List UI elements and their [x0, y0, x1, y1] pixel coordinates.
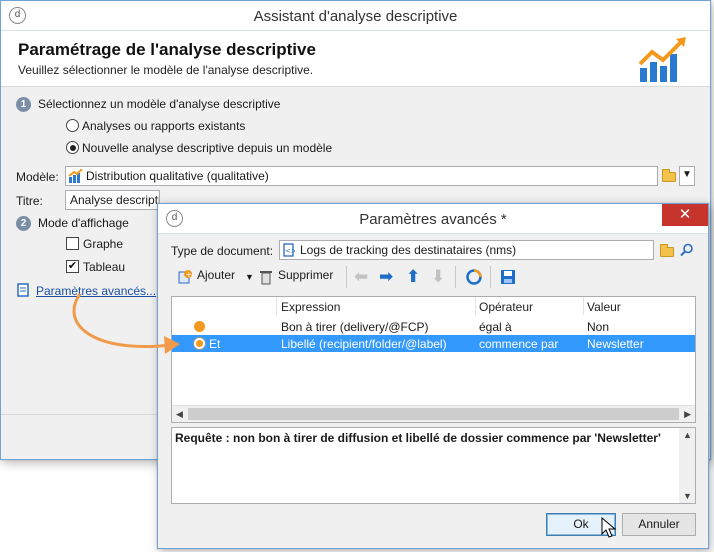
query-text: Requête : non bon à tirer de diffusion e…	[175, 431, 661, 445]
scroll-right-icon[interactable]: ▶	[684, 409, 691, 420]
toolbar-separator-2	[455, 266, 456, 288]
delete-button[interactable]: Supprimer	[278, 268, 333, 282]
title-label: Titre:	[16, 194, 43, 208]
advanced-dialog-title: Paramètres avancés *	[359, 211, 507, 228]
arrow-left-icon[interactable]: ⬅	[354, 267, 368, 287]
svg-text:+: +	[186, 270, 193, 279]
step-2-label: Mode d'affichage	[38, 216, 129, 230]
column-separator	[583, 297, 584, 315]
doc-type-folder-icon[interactable]	[660, 244, 674, 257]
row-1-value: Non	[587, 320, 610, 334]
svg-text:<>: <>	[285, 247, 295, 255]
row-2-prefix: Et	[209, 337, 221, 351]
conditions-grid[interactable]	[171, 296, 696, 423]
radio-existing-analyses-label[interactable]: Analyses ou rapports existants	[82, 119, 245, 133]
row-2-operator: commence par	[479, 337, 559, 351]
radio-existing-analyses[interactable]	[66, 119, 79, 132]
doc-type-field[interactable]: Logs de tracking des destinataires (nms)	[279, 240, 654, 260]
and-condition-icon	[193, 337, 206, 350]
scroll-down-icon[interactable]: ▼	[683, 491, 692, 501]
settings-doc-icon	[17, 283, 29, 297]
analysis-chart-icon	[638, 37, 686, 82]
main-titlebar[interactable]: d Assistant d'analyse descriptive	[1, 1, 710, 31]
distribution-icon[interactable]	[466, 269, 482, 285]
graph-checkbox-label[interactable]: Graphe	[83, 237, 123, 251]
arrow-right-icon[interactable]: ➡	[379, 267, 393, 287]
toolbar-separator	[346, 266, 347, 288]
model-chart-icon	[68, 169, 83, 183]
advanced-titlebar[interactable]: d Paramètres avancés * ✕	[158, 204, 708, 234]
condition-icon	[194, 321, 205, 332]
step-1-label: Sélectionnez un modèle d'analyse descrip…	[38, 97, 281, 111]
doc-type-value: Logs de tracking des destinataires (nms)	[300, 243, 517, 257]
column-header-operator[interactable]: Opérateur	[479, 300, 533, 314]
model-dropdown-chevron-icon[interactable]: ▼	[679, 166, 695, 186]
doc-type-label: Type de document:	[171, 244, 274, 258]
radio-new-analysis[interactable]	[66, 141, 79, 154]
trash-icon[interactable]	[259, 269, 273, 285]
row-2-value: Newsletter	[587, 337, 644, 351]
row-1-expression: Bon à tirer (delivery/@FCP)	[281, 320, 429, 334]
close-icon[interactable]: ✕	[662, 204, 708, 226]
arrow-up-icon[interactable]: ⬆	[406, 267, 420, 287]
model-folder-icon[interactable]	[662, 169, 676, 182]
radio-new-analysis-label[interactable]: Nouvelle analyse descriptive depuis un m…	[82, 141, 332, 155]
add-button[interactable]: Ajouter	[197, 268, 235, 282]
mouse-cursor-icon	[601, 517, 617, 538]
page-title: Paramétrage de l'analyse descriptive	[18, 40, 316, 59]
save-icon[interactable]	[500, 269, 516, 285]
column-separator	[276, 297, 277, 315]
step-1-badge: 1	[16, 97, 31, 112]
model-label: Modèle:	[16, 170, 59, 184]
graph-checkbox[interactable]	[66, 237, 79, 250]
scrollbar-thumb[interactable]	[188, 408, 679, 420]
step-2-badge: 2	[16, 216, 31, 231]
column-header-value[interactable]: Valeur	[587, 300, 621, 314]
arrow-down-icon[interactable]: ⬇	[431, 267, 445, 287]
model-value: Distribution qualitative (qualitative)	[86, 169, 269, 183]
column-header-expression[interactable]: Expression	[281, 300, 340, 314]
query-vertical-scrollbar[interactable]: ▲ ▼	[679, 428, 695, 503]
main-window-title: Assistant d'analyse descriptive	[253, 8, 458, 25]
schema-doc-icon: <>	[283, 243, 295, 257]
table-checkbox-label[interactable]: Tableau	[83, 260, 125, 274]
page-subtitle: Veuillez sélectionner le modèle de l'ana…	[18, 63, 314, 77]
annotation-arrow-icon	[72, 293, 180, 354]
scroll-up-icon[interactable]: ▲	[683, 430, 692, 440]
table-checkbox[interactable]: ✔	[66, 260, 79, 273]
scroll-left-icon[interactable]: ◀	[176, 409, 183, 420]
toolbar-separator-3	[490, 266, 491, 288]
search-icon[interactable]	[680, 243, 694, 257]
model-field[interactable]: Distribution qualitative (qualitative)	[65, 166, 658, 186]
add-dropdown-chevron-icon[interactable]: ▼	[245, 272, 254, 282]
title-field[interactable]: Analyse descriptive	[65, 190, 160, 210]
row-1-operator: égal à	[479, 320, 512, 334]
grid-horizontal-scrollbar[interactable]: ◀ ▶	[172, 405, 695, 422]
row-2-expression: Libellé (recipient/folder/@label)	[281, 337, 447, 351]
query-summary: Requête : non bon à tirer de diffusion e…	[171, 427, 696, 504]
title-value: Analyse descriptive	[70, 193, 159, 207]
column-separator	[475, 297, 476, 315]
cancel-button[interactable]: Annuler	[622, 513, 696, 536]
add-condition-icon[interactable]: +	[177, 269, 193, 285]
